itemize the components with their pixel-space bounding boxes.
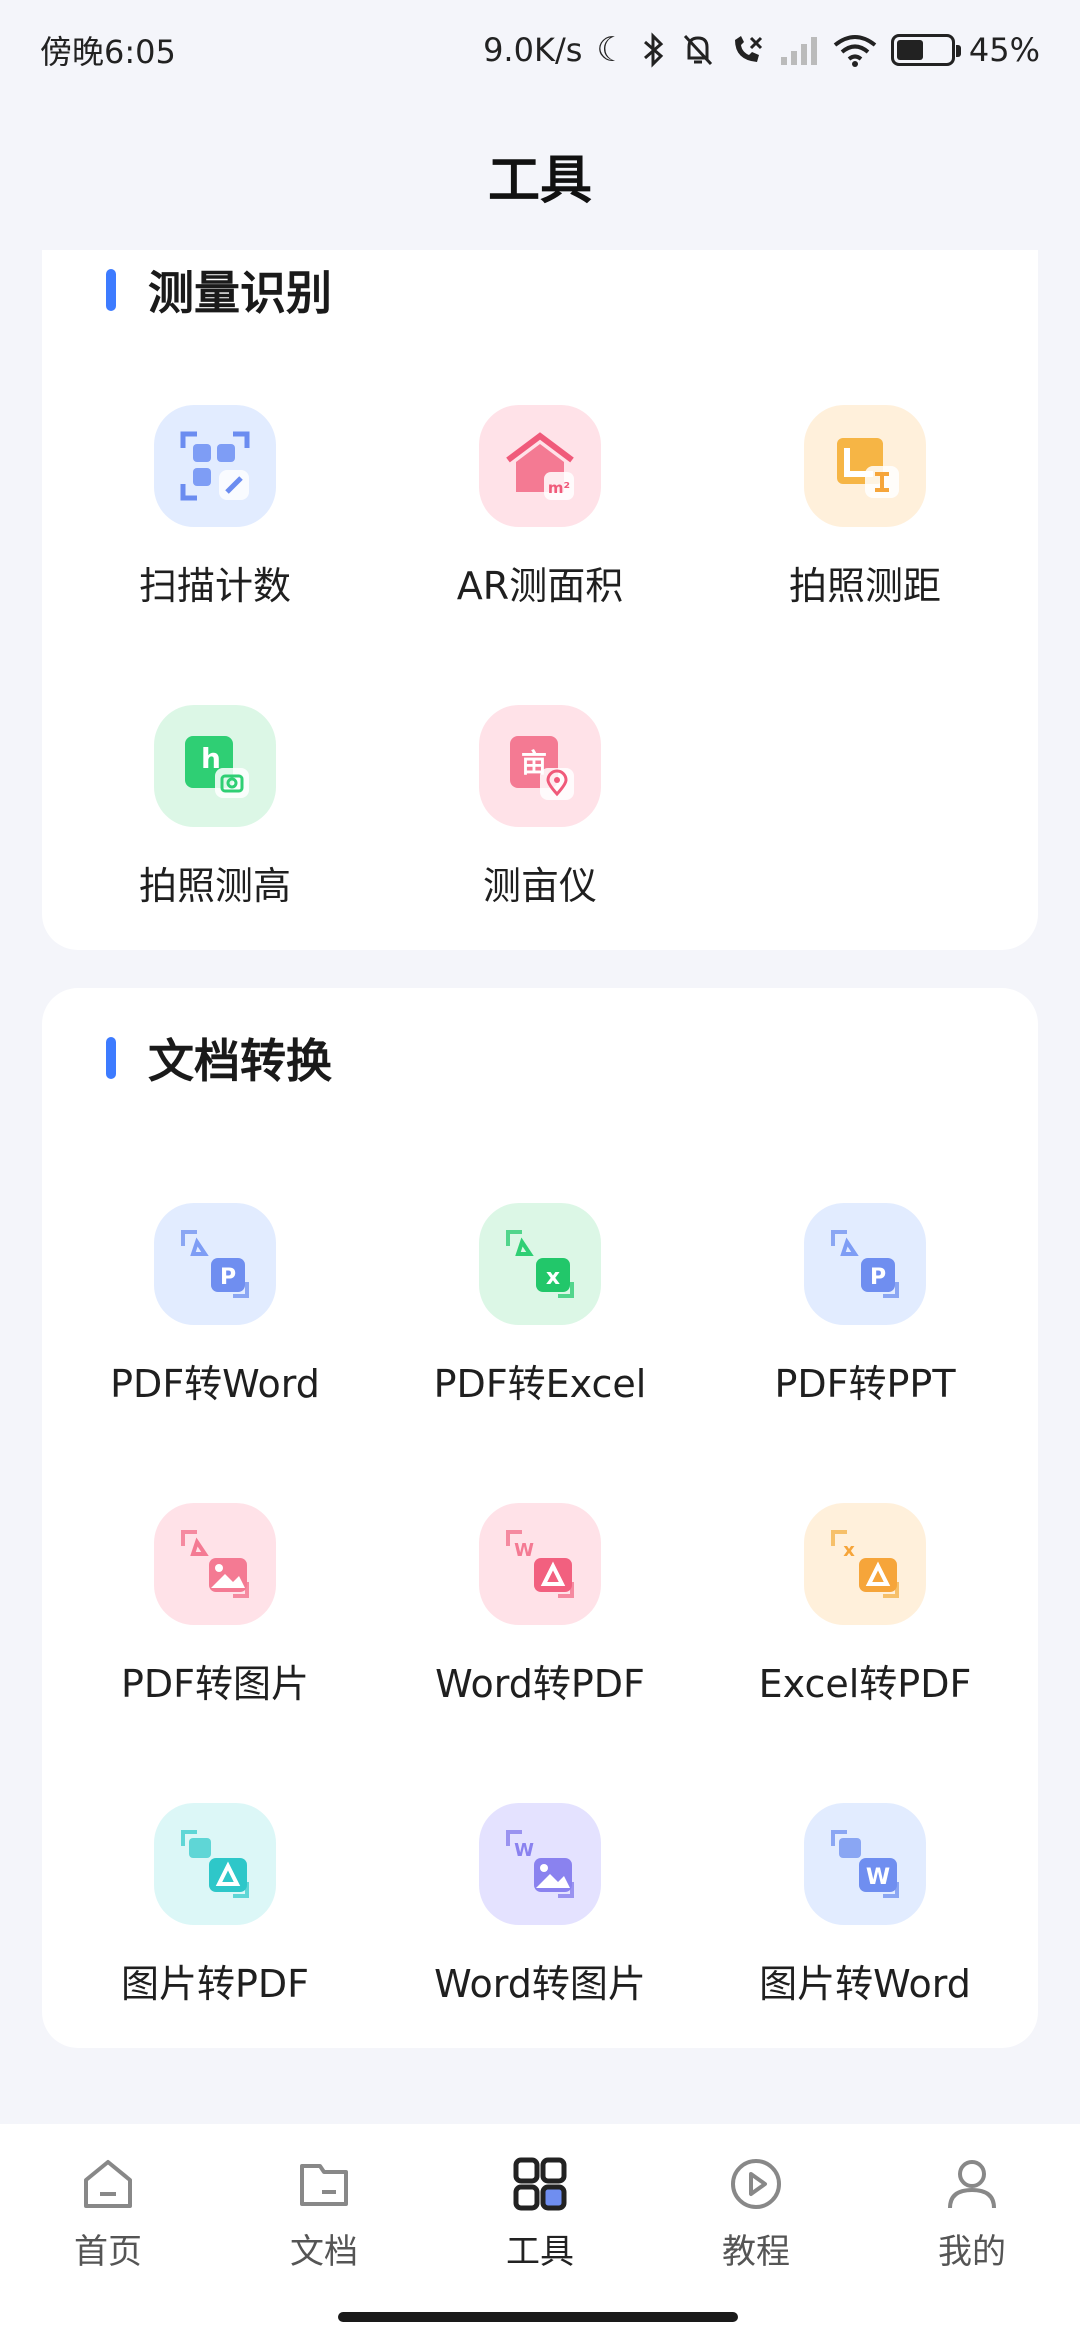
- section-title-text: 文档转换: [148, 1034, 332, 1088]
- svg-text:x: x: [546, 1265, 560, 1290]
- tool-scan-count[interactable]: 扫描计数: [50, 405, 380, 610]
- tool-pdf-to-ppt[interactable]: P PDF转PPT: [700, 1203, 1030, 1408]
- tool-image-to-pdf[interactable]: 图片转PDF: [50, 1803, 380, 2008]
- svg-text:m²: m²: [548, 479, 570, 497]
- status-time: 傍晚6:05: [40, 33, 176, 71]
- tool-pdf-to-image[interactable]: PDF转图片: [50, 1503, 380, 1708]
- tool-label: Excel转PDF: [758, 1662, 972, 1706]
- battery-fill: [896, 40, 923, 60]
- tool-label: AR测面积: [456, 564, 624, 608]
- tool-image-to-word[interactable]: W 图片转Word: [700, 1803, 1030, 2008]
- photo-distance-icon: [804, 405, 926, 527]
- tool-label: PDF转PPT: [774, 1362, 956, 1406]
- tool-pdf-to-excel[interactable]: x PDF转Excel: [375, 1203, 705, 1408]
- word-to-pdf-icon: W: [479, 1503, 601, 1625]
- tool-label: PDF转Excel: [433, 1362, 647, 1406]
- moon-icon: ☾: [596, 30, 627, 70]
- nav-label: 文档: [290, 2232, 358, 2272]
- convert-section-title: 文档转换: [106, 1018, 332, 1098]
- play-circle-icon: [731, 2159, 781, 2209]
- bluetooth-icon: [643, 32, 664, 68]
- tool-label: 图片转PDF: [120, 1962, 310, 2006]
- tool-label: 扫描计数: [138, 564, 291, 608]
- pdf-to-excel-icon: x: [479, 1203, 601, 1325]
- tool-label: 图片转Word: [759, 1962, 971, 2006]
- scan-count-icon: [154, 405, 276, 527]
- excel-to-pdf-icon: x: [804, 1503, 926, 1625]
- tools-page: 傍晚6:05 9.0K/s ☾ 45% 工具 测量识别 扫描计数 m² AR测面…: [0, 0, 1080, 2340]
- tool-word-to-pdf[interactable]: W Word转PDF: [375, 1503, 705, 1708]
- tool-label: 拍照测距: [788, 564, 941, 608]
- tool-ar-area[interactable]: m² AR测面积: [375, 405, 705, 610]
- home-icon: [84, 2160, 132, 2208]
- photo-height-icon: h: [154, 705, 276, 827]
- svg-text:W: W: [514, 1540, 534, 1561]
- nav-label: 首页: [74, 2232, 142, 2272]
- wifi-icon: [833, 35, 877, 67]
- section-accent-bar: [106, 269, 116, 311]
- acre-meter-icon: 亩: [479, 705, 601, 827]
- tool-word-to-image[interactable]: W Word转图片: [375, 1803, 705, 2008]
- status-bar: 傍晚6:05 9.0K/s ☾ 45%: [0, 0, 1080, 100]
- call-missed-icon: [734, 36, 762, 62]
- tool-photo-distance[interactable]: 拍照测距: [700, 405, 1030, 610]
- nav-home[interactable]: 首页: [28, 2154, 188, 2340]
- svg-text:P: P: [870, 1265, 886, 1290]
- battery-percent: 45%: [968, 31, 1040, 69]
- tool-pdf-to-word[interactable]: P PDF转Word: [50, 1203, 380, 1408]
- word-to-image-icon: W: [479, 1803, 601, 1925]
- network-speed: 9.0K/s: [483, 31, 583, 69]
- home-indicator[interactable]: [338, 2312, 738, 2322]
- convert-section-card: 文档转换 P PDF转Word x PDF转Excel P PDF转PPT PD…: [42, 988, 1038, 2048]
- bottom-navigation: 首页 文档 工具 教程 我的: [0, 2124, 1080, 2340]
- image-to-word-icon: W: [804, 1803, 926, 1925]
- svg-text:P: P: [220, 1265, 236, 1290]
- nav-label: 工具: [506, 2232, 574, 2272]
- pdf-to-image-icon: [154, 1503, 276, 1625]
- tool-label: PDF转Word: [110, 1362, 320, 1406]
- user-icon: [948, 2160, 996, 2209]
- section-title-text: 测量识别: [148, 266, 332, 320]
- nav-label: 我的: [938, 2232, 1006, 2272]
- measure-section-card: 测量识别 扫描计数 m² AR测面积 拍照测距 h 拍照测高 亩 测亩仪: [42, 250, 1038, 950]
- tool-label: 拍照测高: [138, 864, 291, 908]
- battery-icon: [890, 34, 961, 66]
- tool-label: 测亩仪: [482, 864, 597, 908]
- folder-icon: [300, 2164, 348, 2206]
- svg-text:W: W: [514, 1840, 534, 1861]
- section-accent-bar: [106, 1037, 116, 1079]
- tool-acre-meter[interactable]: 亩 测亩仪: [375, 705, 705, 910]
- svg-text:W: W: [866, 1865, 890, 1890]
- tool-label: Word转图片: [434, 1962, 646, 2006]
- tool-photo-height[interactable]: h 拍照测高: [50, 705, 380, 910]
- svg-text:x: x: [843, 1540, 855, 1561]
- signal-icon: [780, 37, 817, 65]
- ar-area-icon: m²: [479, 405, 601, 527]
- tool-excel-to-pdf[interactable]: x Excel转PDF: [700, 1503, 1030, 1708]
- pdf-to-ppt-icon: P: [804, 1203, 926, 1325]
- measure-section-title: 测量识别: [106, 250, 332, 330]
- image-to-pdf-icon: [154, 1803, 276, 1925]
- nav-profile[interactable]: 我的: [892, 2154, 1052, 2340]
- tool-label: Word转PDF: [435, 1662, 645, 1706]
- grid-tools-icon: [513, 2157, 567, 2211]
- status-icons: 9.0K/s ☾ 45%: [483, 31, 1040, 69]
- nav-label: 教程: [722, 2232, 790, 2272]
- pdf-to-word-icon: P: [154, 1203, 276, 1325]
- bell-off-icon: [683, 34, 712, 66]
- tool-label: PDF转图片: [120, 1662, 310, 1706]
- page-title: 工具: [487, 150, 592, 211]
